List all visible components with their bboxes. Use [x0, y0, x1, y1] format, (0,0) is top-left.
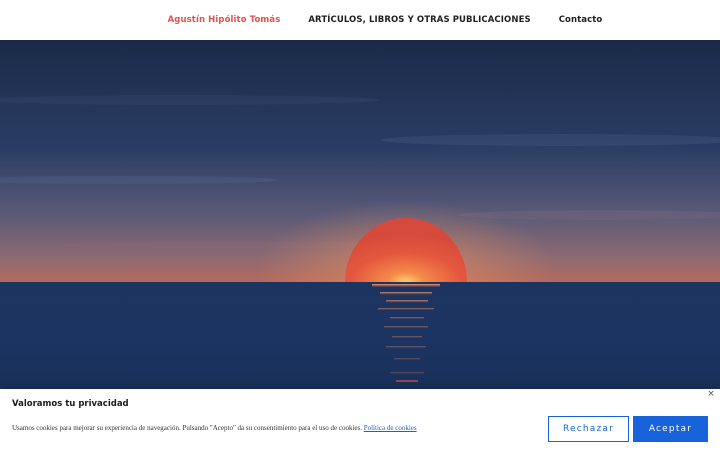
nav-item-contact[interactable]: Contacto	[559, 15, 603, 25]
nav-item-publications[interactable]: ARTÍCULOS, LIBROS Y OTRAS PUBLICACIONES	[308, 15, 530, 25]
site-header: Agustín Hipólito Tomás ARTÍCULOS, LIBROS…	[0, 0, 720, 40]
reject-button[interactable]: Rechazar	[548, 416, 629, 442]
nav-item-home[interactable]: Agustín Hipólito Tomás	[168, 15, 281, 25]
cookie-title: Valoramos tu privacidad	[12, 399, 129, 409]
cookie-text: Usamos cookies para mejorar su experienc…	[12, 424, 362, 432]
cookie-description: Usamos cookies para mejorar su experienc…	[12, 424, 532, 432]
sunset-image	[0, 40, 720, 390]
close-icon[interactable]: ×	[706, 389, 716, 399]
main-nav: Agustín Hipólito Tomás ARTÍCULOS, LIBROS…	[168, 15, 603, 25]
cookie-policy-link[interactable]: Política de cookies	[364, 424, 417, 432]
cookie-banner: × Valoramos tu privacidad Usamos cookies…	[0, 389, 720, 450]
hero-image	[0, 40, 720, 390]
accept-button[interactable]: Aceptar	[633, 416, 708, 442]
